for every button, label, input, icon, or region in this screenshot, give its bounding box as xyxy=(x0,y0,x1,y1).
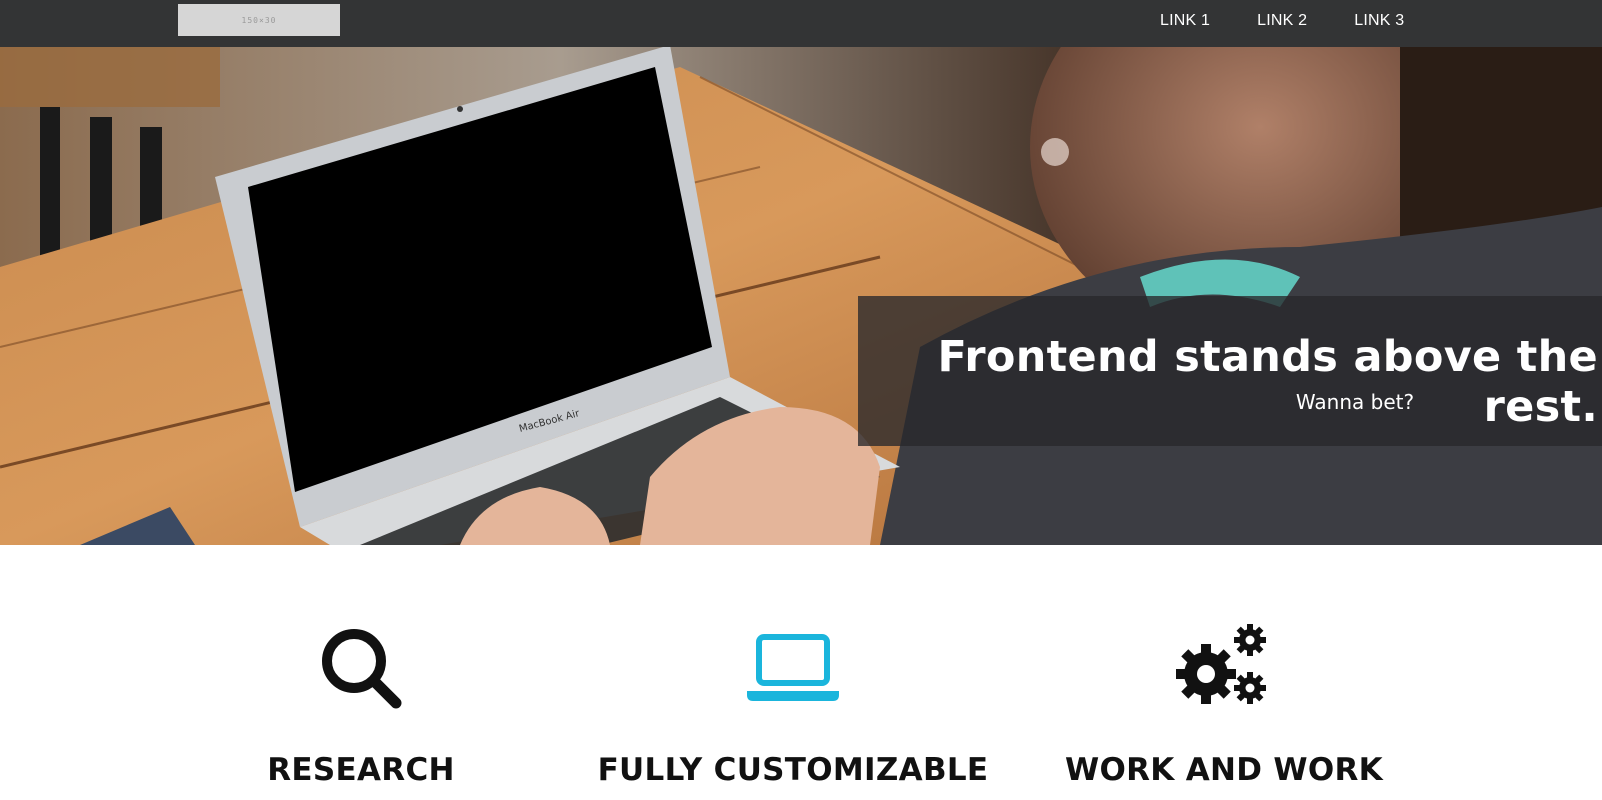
logo-text: 150×30 xyxy=(241,15,277,25)
feature-label: FULLY CUSTOMIZABLE xyxy=(597,752,989,788)
hero-subtitle: Wanna bet? xyxy=(1295,390,1415,414)
feature-label: WORK AND WORK xyxy=(1064,752,1384,788)
hero-caption-box: Frontend stands above the rest. Wanna be… xyxy=(858,296,1602,446)
nav-links: LINK 1 LINK 2 LINK 3 xyxy=(1160,0,1451,42)
top-navbar: 150×30 LINK 1 LINK 2 LINK 3 xyxy=(0,0,1602,47)
feature-work: WORK AND WORK xyxy=(1014,620,1434,788)
gears-icon xyxy=(1014,620,1434,715)
logo-placeholder[interactable]: 150×30 xyxy=(178,4,340,36)
hero-title: Frontend stands above the rest. xyxy=(937,332,1598,432)
nav-link-2[interactable]: LINK 2 xyxy=(1257,12,1307,30)
feature-customizable: FULLY CUSTOMIZABLE xyxy=(583,620,1003,788)
nav-link-3[interactable]: LINK 3 xyxy=(1354,12,1404,30)
feature-label: RESEARCH xyxy=(267,752,455,788)
hero-subtitle-wrap: Wanna bet? xyxy=(858,390,1600,414)
laptop-icon xyxy=(583,620,1003,715)
search-icon xyxy=(151,620,571,715)
hero-banner: MacBook Air Frontend stands above the re… xyxy=(0,47,1602,545)
feature-research: RESEARCH xyxy=(151,620,571,788)
nav-link-1[interactable]: LINK 1 xyxy=(1160,12,1210,30)
